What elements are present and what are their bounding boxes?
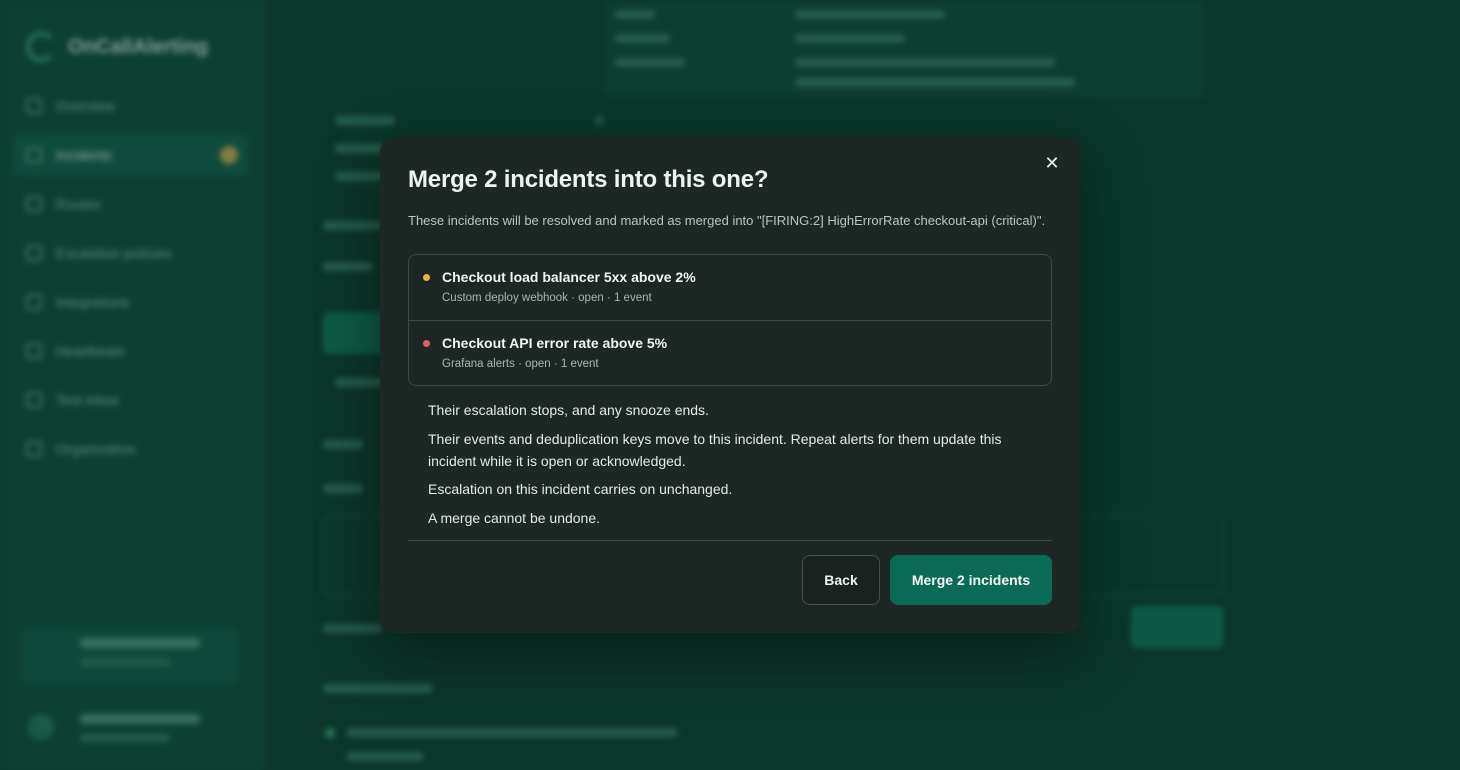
divider — [408, 540, 1052, 541]
incident-subtitle: Custom deploy webhook · open · 1 event — [442, 292, 652, 304]
incident-subtitle: Grafana alerts · open · 1 event — [442, 358, 599, 370]
list-item: Checkout load balancer 5xx above 2% Cust… — [409, 255, 1051, 320]
consequence-text: Their events and deduplication keys move… — [428, 430, 1002, 469]
consequence-text: Escalation on this incident carries on u… — [428, 481, 733, 497]
merge-button[interactable]: Merge 2 incidents — [890, 555, 1052, 605]
dialog-title: Merge 2 incidents into this one? — [408, 166, 769, 193]
incident-title: Checkout API error rate above 5% — [442, 335, 668, 351]
back-button[interactable]: Back — [802, 555, 880, 605]
incident-title: Checkout load balancer 5xx above 2% — [442, 269, 696, 285]
severity-dot — [423, 274, 430, 281]
incident-list: Checkout load balancer 5xx above 2% Cust… — [408, 254, 1052, 386]
merge-incidents-dialog: ✕ Merge 2 incidents into this one? These… — [380, 137, 1080, 633]
consequence-text: A merge cannot be undone. — [428, 509, 601, 526]
merge-consequences: Their escalation stops, and any snooze e… — [428, 399, 1032, 535]
close-button[interactable]: ✕ — [1038, 149, 1066, 177]
dialog-description: These incidents will be resolved and mar… — [408, 213, 1046, 228]
close-icon: ✕ — [1044, 152, 1060, 173]
severity-dot — [423, 340, 430, 347]
list-item: Checkout API error rate above 5% Grafana… — [409, 320, 1051, 385]
consequence-text: Their escalation stops, and any snooze e… — [428, 402, 709, 418]
